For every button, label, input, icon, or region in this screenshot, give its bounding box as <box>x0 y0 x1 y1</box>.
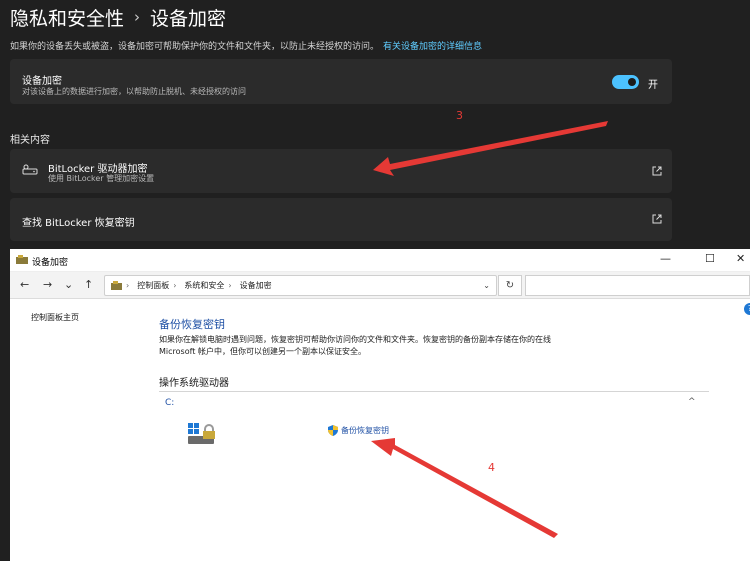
breadcrumb: 隐私和安全性 › 设备加密 <box>10 2 226 32</box>
control-panel-home-link[interactable]: 控制面板主页 <box>31 312 79 323</box>
toggle-state-label: 开 <box>648 80 658 91</box>
external-link-icon <box>652 214 662 224</box>
toggle-knob <box>628 78 636 86</box>
path-dropdown-icon[interactable]: ⌄ <box>483 281 490 290</box>
window-title: 设备加密 <box>32 258 69 268</box>
collapse-icon[interactable]: ^ <box>688 397 696 407</box>
close-button[interactable]: ✕ <box>736 252 745 265</box>
path-segment-device-encryption[interactable]: 设备加密 <box>240 280 272 291</box>
path-separator: › <box>228 281 232 290</box>
shield-icon <box>328 425 338 436</box>
details-link[interactable]: 有关设备加密的详细信息 <box>383 42 482 52</box>
device-encryption-card: 设备加密 对该设备上的数据进行加密，以帮助防止脱机、未经授权的访问 开 <box>10 59 672 104</box>
backup-recovery-key-link[interactable]: 备份恢复密钥 <box>328 425 389 436</box>
backup-recovery-key-label: 备份恢复密钥 <box>341 426 389 435</box>
os-drive-title: 操作系统驱动器 <box>159 378 229 389</box>
path-segment-system-security[interactable]: 系统和安全 <box>184 280 224 291</box>
maximize-button[interactable]: ☐ <box>705 252 715 265</box>
path-input[interactable]: › 控制面板 › 系统和安全 › 设备加密 ⌄ <box>104 275 497 296</box>
drive-label[interactable]: C: <box>165 398 174 408</box>
step-4-label: 4 <box>488 461 495 474</box>
drive-key-icon <box>22 164 38 175</box>
settings-window: 隐私和安全性 › 设备加密 如果你的设备丢失或被盗，设备加密可帮助保护你的文件和… <box>0 0 750 252</box>
section-description: 如果你在解锁电脑时遇到问题，恢复密钥可帮助你访问你的文件和文件夹。恢复密钥的备份… <box>159 335 551 356</box>
control-panel-window: 设备加密 — ☐ ✕ ← → ⌄ ↑ › 控制面板 › 系统和安全 › 设备加密… <box>10 249 750 561</box>
refresh-button[interactable]: ↻ <box>498 275 522 296</box>
minimize-button[interactable]: — <box>660 252 671 265</box>
path-segment-control-panel[interactable]: 控制面板 <box>137 280 169 291</box>
search-input[interactable] <box>525 275 750 296</box>
external-link-icon <box>652 166 662 176</box>
find-recovery-key-title: 查找 BitLocker 恢复密钥 <box>22 218 135 229</box>
section-heading: 备份恢复密钥 <box>159 318 225 331</box>
app-icon <box>16 255 28 264</box>
watermark: CSDN @锅锅锅巴 <box>582 533 697 549</box>
find-recovery-key-card[interactable]: 查找 BitLocker 恢复密钥 <box>10 198 672 241</box>
path-separator: › <box>126 281 130 290</box>
up-button[interactable]: ↑ <box>84 278 93 291</box>
breadcrumb-parent[interactable]: 隐私和安全性 <box>10 4 124 31</box>
page-description: 如果你的设备丢失或被盗，设备加密可帮助保护你的文件和文件夹，以防止未经授权的访问… <box>10 42 483 52</box>
recent-locations-button[interactable]: ⌄ <box>64 278 73 291</box>
address-bar: ← → ⌄ ↑ › 控制面板 › 系统和安全 › 设备加密 ⌄ ↻ <box>10 272 750 299</box>
device-encryption-subtitle: 对该设备上的数据进行加密，以帮助防止脱机、未经授权的访问 <box>22 87 246 96</box>
title-bar: 设备加密 — ☐ ✕ <box>10 249 750 272</box>
drive-lock-icon <box>188 423 215 444</box>
bitlocker-subtitle: 使用 BitLocker 管理加密设置 <box>48 174 155 183</box>
page-title: 设备加密 <box>150 7 227 30</box>
device-encryption-title: 设备加密 <box>22 76 62 87</box>
bitlocker-card[interactable]: BitLocker 驱动器加密 使用 BitLocker 管理加密设置 <box>10 149 672 193</box>
device-encryption-toggle[interactable] <box>612 75 639 89</box>
back-button[interactable]: ← <box>20 278 29 291</box>
breadcrumb-separator: › <box>134 8 141 26</box>
step-3-label: 3 <box>456 109 463 122</box>
forward-button[interactable]: → <box>43 278 52 291</box>
path-separator: › <box>173 281 177 290</box>
divider <box>159 391 709 392</box>
control-panel-icon <box>111 281 122 290</box>
related-content-title: 相关内容 <box>10 135 50 146</box>
help-icon[interactable]: ? <box>744 303 750 315</box>
